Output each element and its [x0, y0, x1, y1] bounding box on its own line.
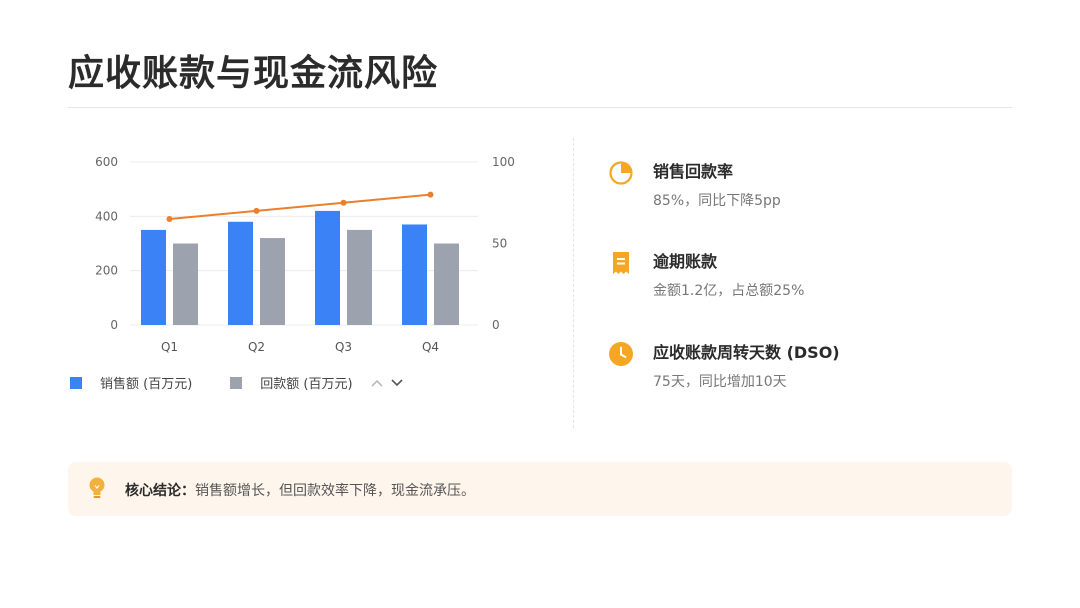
legend-item-collection[interactable]: 回款额 (百万元) — [230, 373, 353, 392]
metric-desc: 75天，同比增加10天 — [653, 374, 787, 390]
y-left-tick-label: 200 — [95, 264, 118, 278]
line-point — [427, 191, 434, 198]
line-point — [253, 207, 260, 214]
legend-item-sales[interactable]: 销售额 (百万元) — [70, 373, 192, 392]
line-point — [166, 216, 173, 223]
conclusion-callout: 核心结论：销售额增长，但回款效率下降，现金流承压。 — [68, 462, 1012, 516]
legend-swatch-sales — [70, 376, 82, 389]
conclusion-body: 销售额增长，但回款效率下降，现金流承压。 — [195, 483, 475, 499]
lightbulb-icon — [88, 477, 106, 501]
legend-label-collection: 回款额 (百万元) — [260, 377, 353, 392]
legend-swatch-collection — [230, 376, 243, 389]
bar-sales — [141, 229, 166, 325]
vertical-separator — [573, 138, 574, 428]
y-left-tick-label: 400 — [95, 209, 118, 223]
bar-collection — [347, 229, 372, 325]
bar-collection — [173, 243, 198, 325]
clock-icon — [608, 341, 634, 367]
metric-desc: 金额1.2亿，占总额25% — [653, 283, 805, 299]
metric-desc: 85%，同比下降5pp — [653, 193, 781, 209]
bar-sales — [315, 210, 340, 325]
metric-title: 逾期账款 — [653, 252, 718, 271]
x-tick-label: Q3 — [335, 340, 352, 354]
bar-sales — [402, 224, 427, 325]
y-left-tick-label: 0 — [110, 318, 118, 332]
legend-pager — [363, 375, 403, 391]
pie-chart-icon — [608, 160, 634, 186]
chevron-down-icon[interactable] — [390, 375, 403, 391]
line-series — [169, 193, 431, 221]
chart-canvas: 0 200 400 600 0 50 100 Q1 Q2 Q3 Q4 — [95, 155, 515, 354]
y-right-tick-label: 100 — [492, 155, 515, 169]
conclusion-label: 核心结论： — [125, 483, 195, 499]
legend-label-sales: 销售额 (百万元) — [100, 377, 193, 392]
chevron-up-icon[interactable] — [370, 375, 383, 391]
combo-chart: 0 200 400 600 0 50 100 Q1 Q2 Q3 Q4 — [68, 140, 538, 410]
title-divider — [68, 107, 1012, 108]
conclusion-text: 核心结论：销售额增长，但回款效率下降，现金流承压。 — [125, 480, 475, 500]
bar-collection — [260, 238, 285, 325]
bar-sales — [228, 221, 253, 325]
y-right-tick-label: 0 — [492, 318, 500, 332]
chart-legend: 销售额 (百万元) 回款额 (百万元) — [70, 373, 403, 392]
line-point — [340, 199, 347, 206]
x-tick-label: Q4 — [422, 340, 439, 354]
x-tick-label: Q1 — [161, 340, 178, 354]
metric-title: 应收账款周转天数 (DSO) — [653, 343, 840, 362]
x-tick-label: Q2 — [248, 340, 265, 354]
metric-title: 销售回款率 — [653, 162, 734, 181]
receipt-icon — [608, 250, 634, 276]
y-right-tick-label: 50 — [492, 237, 507, 251]
bar-collection — [434, 243, 459, 325]
y-left-tick-label: 600 — [95, 155, 118, 169]
page-title: 应收账款与现金流风险 — [68, 53, 439, 94]
